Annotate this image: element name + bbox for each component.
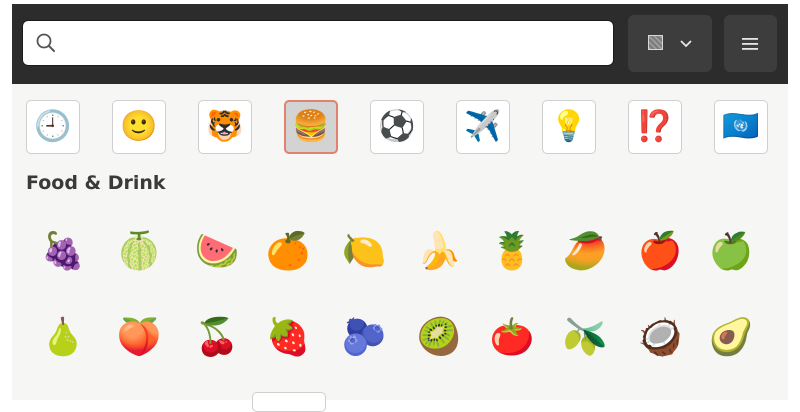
emoji-strawberry[interactable]: 🍓: [258, 308, 318, 368]
emoji-green-apple[interactable]: 🍏: [701, 222, 761, 282]
category-flags-button[interactable]: 🇺🇳: [714, 100, 768, 154]
emoji-grapes[interactable]: 🍇: [33, 222, 93, 282]
emoji-pineapple[interactable]: 🍍: [482, 222, 542, 282]
skin-tone-swatch-icon: [648, 35, 663, 50]
partially-visible-button[interactable]: [252, 392, 326, 412]
category-food-drink-button[interactable]: 🍔: [284, 100, 338, 154]
category-objects-button[interactable]: 💡: [542, 100, 596, 154]
emoji-pear[interactable]: 🍐: [33, 308, 93, 368]
emoji-cherries[interactable]: 🍒: [187, 308, 247, 368]
emoji-grid: 🍇 🍈 🍉 🍊 🍋 🍌 🍍 🥭 🍎 🍏 🍐 🍑 🍒 🍓 🫐 🥝 🍅 🫒 🥥 🥑: [12, 214, 788, 400]
chevron-down-icon: [680, 40, 692, 48]
search-icon: [36, 33, 55, 52]
emoji-melon[interactable]: 🍈: [109, 222, 169, 282]
emoji-mango[interactable]: 🥭: [555, 222, 615, 282]
search-box[interactable]: [22, 20, 614, 66]
category-travel-button[interactable]: ✈️: [456, 100, 510, 154]
category-bar: 🕘 🙂 🐯 🍔 ⚽ ✈️ 💡 ⁉️ 🇺🇳: [12, 100, 788, 156]
category-smileys-button[interactable]: 🙂: [112, 100, 166, 154]
header-bar: [12, 4, 788, 84]
category-activities-button[interactable]: ⚽: [370, 100, 424, 154]
emoji-watermelon[interactable]: 🍉: [187, 222, 247, 282]
emoji-tomato[interactable]: 🍅: [482, 308, 542, 368]
emoji-tangerine[interactable]: 🍊: [258, 222, 318, 282]
section-title: Food & Drink: [26, 172, 166, 194]
menu-button[interactable]: [724, 15, 777, 72]
emoji-banana[interactable]: 🍌: [409, 222, 469, 282]
category-symbols-button[interactable]: ⁉️: [628, 100, 682, 154]
emoji-avocado[interactable]: 🥑: [701, 308, 761, 368]
skin-tone-dropdown-button[interactable]: [628, 15, 712, 72]
emoji-blueberries[interactable]: 🫐: [334, 308, 394, 368]
emoji-lemon[interactable]: 🍋: [334, 222, 394, 282]
emoji-kiwi[interactable]: 🥝: [409, 308, 469, 368]
search-input[interactable]: [67, 29, 601, 59]
category-recent-button[interactable]: 🕘: [26, 100, 80, 154]
emoji-peach[interactable]: 🍑: [109, 308, 169, 368]
hamburger-menu-icon: [742, 38, 758, 50]
emoji-coconut[interactable]: 🥥: [630, 308, 690, 368]
category-animals-button[interactable]: 🐯: [198, 100, 252, 154]
emoji-olive[interactable]: 🫒: [555, 308, 615, 368]
emoji-red-apple[interactable]: 🍎: [630, 222, 690, 282]
emoji-picker: 🕘 🙂 🐯 🍔 ⚽ ✈️ 💡 ⁉️ 🇺🇳 Food & Drink 🍇 🍈 🍉 🍊 🍋 🍌 🍍 🥭 🍎 🍏 🍐 🍑 🍒 🍓…: [12, 4, 788, 412]
